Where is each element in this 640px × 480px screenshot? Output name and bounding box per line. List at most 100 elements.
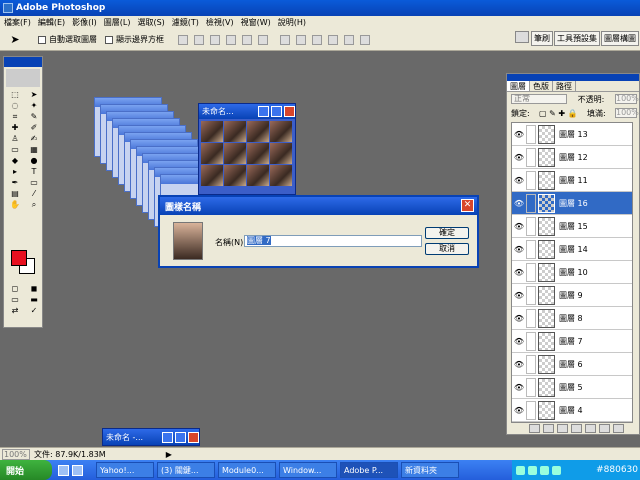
screen-mode-standard-icon[interactable]: ▭ xyxy=(6,295,24,305)
status-arrow-icon[interactable]: ▶ xyxy=(166,450,172,459)
hand-tool-icon[interactable]: ✋ xyxy=(6,200,24,210)
pattern-name-input[interactable]: 圖層 7 xyxy=(244,235,422,247)
ok-button[interactable]: 確定 xyxy=(425,227,469,239)
menu-view[interactable]: 檢視(V) xyxy=(206,17,234,28)
link-box[interactable] xyxy=(526,354,536,374)
file-browser-icon[interactable] xyxy=(515,31,529,43)
eye-icon[interactable]: 👁 xyxy=(512,245,526,254)
zoom-tool-icon[interactable]: ⌕ xyxy=(25,200,43,210)
feather-logo-icon[interactable] xyxy=(6,69,40,87)
link-box[interactable] xyxy=(526,308,536,328)
tray-messenger-icon[interactable] xyxy=(552,465,561,475)
eye-icon[interactable]: 👁 xyxy=(512,314,526,323)
pen-tool-icon[interactable]: ✒ xyxy=(6,178,24,188)
eye-icon[interactable]: 👁 xyxy=(512,222,526,231)
menu-file[interactable]: 檔案(F) xyxy=(4,17,31,28)
task-photoshop[interactable]: Adobe P... xyxy=(340,462,398,478)
fill-input[interactable]: 100% xyxy=(615,108,639,118)
restore-button[interactable] xyxy=(162,431,173,443)
align-left-icon[interactable] xyxy=(226,34,236,45)
layer-row[interactable]: 👁 圖層 11 xyxy=(512,169,632,192)
layer-row[interactable]: 👁 圖層 5 xyxy=(512,376,632,399)
close-button[interactable] xyxy=(284,106,295,117)
move-tool-icon[interactable]: ➤ xyxy=(0,33,30,46)
maximize-button[interactable] xyxy=(175,431,186,443)
menu-layer[interactable]: 圖層(L) xyxy=(104,17,131,28)
layer-row-selected[interactable]: 👁 圖層 16 xyxy=(512,192,632,215)
quick-mask-icon[interactable]: ◼ xyxy=(25,284,43,294)
adjustment-layer-icon[interactable] xyxy=(585,424,596,433)
distribute-left-icon[interactable] xyxy=(328,34,338,45)
crop-tool-icon[interactable]: ⌗ xyxy=(6,112,24,122)
eye-icon[interactable]: 👁 xyxy=(512,360,526,369)
shape-tool-icon[interactable]: ▭ xyxy=(25,178,43,188)
tray-volume-icon[interactable] xyxy=(528,465,537,475)
eye-icon[interactable]: 👁 xyxy=(512,337,526,346)
task-window[interactable]: Window... xyxy=(279,462,337,478)
tab-layers[interactable]: 圖層 xyxy=(507,81,530,91)
layer-row[interactable]: 👁 圖層 14 xyxy=(512,238,632,261)
link-box[interactable] xyxy=(526,377,536,397)
panel-header[interactable] xyxy=(507,74,639,81)
link-box[interactable] xyxy=(526,124,536,144)
desktop-icon[interactable] xyxy=(72,464,83,476)
auto-select-checkbox[interactable]: 自動選取圖層 xyxy=(38,34,97,45)
link-box[interactable] xyxy=(526,170,536,190)
minimized-document-window[interactable]: 未命名 -... xyxy=(102,428,200,446)
dialog-title-bar[interactable]: 圖樣名稱 ✕ xyxy=(160,197,477,215)
eye-icon[interactable]: 👁 xyxy=(512,268,526,277)
blend-mode-select[interactable]: 正常 xyxy=(511,94,567,104)
path-select-icon[interactable]: ▸ xyxy=(6,167,24,177)
layer-row[interactable]: 👁 圖層 9 xyxy=(512,284,632,307)
menu-filter[interactable]: 濾鏡(T) xyxy=(172,17,199,28)
show-bounds-checkbox[interactable]: 顯示邊界方框 xyxy=(105,34,164,45)
brush-icon[interactable] xyxy=(526,193,536,213)
layer-row[interactable]: 👁 圖層 4 xyxy=(512,399,632,422)
jump-to-imageready-icon[interactable]: ⇄ xyxy=(6,306,24,316)
layer-row[interactable]: 👁 圖層 10 xyxy=(512,261,632,284)
layer-row[interactable]: 👁 圖層 13 xyxy=(512,123,632,146)
eye-icon[interactable]: 👁 xyxy=(512,130,526,139)
layer-row[interactable]: 👁 圖層 7 xyxy=(512,330,632,353)
ie-icon[interactable] xyxy=(58,464,69,476)
align-middle-icon[interactable] xyxy=(194,34,204,45)
layer-row[interactable]: 👁 圖層 15 xyxy=(512,215,632,238)
history-brush-icon[interactable]: ✍ xyxy=(25,134,43,144)
distribute-bottom-icon[interactable] xyxy=(312,34,322,45)
move-tool-icon[interactable]: ➤ xyxy=(25,90,43,100)
align-top-icon[interactable] xyxy=(178,34,188,45)
task-yahoo[interactable]: Yahoo!... xyxy=(96,462,154,478)
dialog-close-icon[interactable]: ✕ xyxy=(461,199,474,212)
new-group-icon[interactable] xyxy=(571,424,582,433)
align-right-icon[interactable] xyxy=(258,34,268,45)
tab-paths[interactable]: 路徑 xyxy=(553,81,576,91)
link-box[interactable] xyxy=(526,216,536,236)
start-button[interactable]: 開始 xyxy=(0,460,52,480)
brush-tool-icon[interactable]: ✐ xyxy=(25,123,43,133)
lock-icons[interactable]: ▢ ✎ ✚ 🔒 xyxy=(539,109,578,118)
well-tab-layer-comps[interactable]: 圖層構圖 xyxy=(601,31,639,46)
gradient-tool-icon[interactable]: ▦ xyxy=(25,145,43,155)
lasso-tool-icon[interactable]: ◌ xyxy=(6,101,24,111)
well-tab-brushes[interactable]: 筆刷 xyxy=(531,31,553,46)
link-box[interactable] xyxy=(526,147,536,167)
eraser-tool-icon[interactable]: ▭ xyxy=(6,145,24,155)
task-module[interactable]: Module0... xyxy=(218,462,276,478)
well-tab-tool-presets[interactable]: 工具預設集 xyxy=(554,31,600,46)
foreground-color-swatch[interactable] xyxy=(11,250,27,266)
slice-tool-icon[interactable]: ✎ xyxy=(25,112,43,122)
menu-edit[interactable]: 編輯(E) xyxy=(38,17,65,28)
photo-document-window[interactable]: 未命名... xyxy=(198,103,296,195)
tray-network-icon[interactable] xyxy=(516,465,525,475)
toolbox-header[interactable] xyxy=(4,57,42,67)
eyedropper-icon[interactable]: ⁄ xyxy=(25,189,43,199)
distribute-top-icon[interactable] xyxy=(280,34,290,45)
tab-channels[interactable]: 色版 xyxy=(530,81,553,91)
minimize-button[interactable] xyxy=(258,106,269,117)
healing-brush-icon[interactable]: ✚ xyxy=(6,123,24,133)
tray-antivirus-icon[interactable] xyxy=(540,465,549,475)
align-bottom-icon[interactable] xyxy=(210,34,220,45)
clone-stamp-icon[interactable]: ♙ xyxy=(6,134,24,144)
link-layers-icon[interactable] xyxy=(529,424,540,433)
imageready-icon[interactable]: ✓ xyxy=(25,306,43,316)
